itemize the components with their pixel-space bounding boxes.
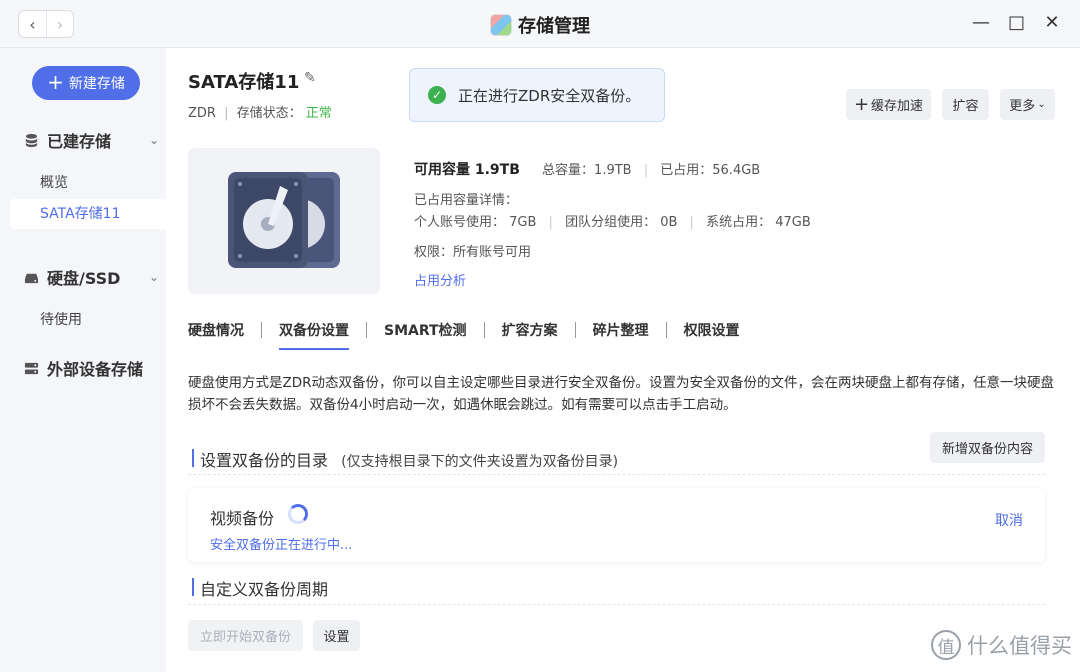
cancel-backup-link[interactable]: 取消 — [995, 510, 1023, 530]
backup-item-name: 视频备份 — [210, 509, 275, 528]
plus-icon: + — [853, 94, 870, 115]
tab-dual-backup[interactable]: 双备份设置 — [279, 320, 349, 350]
watermark-text: 什么值得买 — [967, 634, 1072, 658]
window-controls: — □ ✕ — [972, 12, 1060, 33]
backup-description: 硬盘使用方式是ZDR动态双备份，你可以自主设定哪些目录进行安全双备份。设置为安全… — [188, 375, 1055, 413]
system-usage: 系统占用： 47GB — [706, 215, 811, 230]
sidebar-item-sata-storage[interactable]: SATA存储11 — [10, 199, 166, 229]
section-label: 已建存储 — [47, 132, 112, 151]
cache-label: 缓存加速 — [871, 99, 924, 114]
close-button[interactable]: ✕ — [1044, 12, 1060, 33]
section-label: 外部设备存储 — [47, 360, 144, 379]
tab-smart[interactable]: SMART检测 — [384, 320, 467, 350]
backup-item-status: 安全双备份正在进行中... — [210, 538, 353, 553]
divider — [188, 604, 1045, 605]
hard-drive-icon — [24, 273, 39, 283]
permission-text: 权限：所有账号可用 — [414, 245, 532, 260]
sidebar-item-overview[interactable]: 概览 — [40, 172, 68, 192]
storage-app-icon — [490, 14, 512, 36]
backup-toast: ✓ 正在进行ZDR安全双备份。 — [409, 68, 665, 122]
toast-message: 正在进行ZDR安全双备份。 — [458, 86, 641, 105]
available-capacity: 可用容量 1.9TB — [414, 162, 520, 178]
section-label: 硬盘/SSD — [47, 269, 121, 288]
tab-expansion[interactable]: 扩容方案 — [502, 320, 558, 350]
plus-icon: + — [47, 70, 64, 94]
usage-analysis-link[interactable]: 占用分析 — [414, 270, 466, 289]
chevron-down-icon: ⌄ — [1037, 99, 1046, 110]
disk-illustration — [188, 148, 380, 294]
app-title: 存储管理 — [0, 12, 1080, 38]
personal-usage: 个人账号使用： 7GB — [414, 215, 537, 230]
start-backup-button[interactable]: 立即开始双备份 — [188, 620, 303, 651]
schedule-settings-button[interactable]: 设置 — [313, 620, 360, 651]
app-title-text: 存储管理 — [518, 16, 590, 37]
title-bar: ‹ › 存储管理 — □ ✕ — [0, 0, 1080, 48]
team-usage: 团队分组使用： 0B — [565, 215, 678, 230]
divider — [188, 474, 1045, 475]
tab-defrag[interactable]: 碎片整理 — [593, 320, 649, 350]
sidebar-section-disk-ssd[interactable]: 硬盘/SSD ⌄ — [24, 265, 159, 289]
tab-divider — [366, 322, 367, 338]
tab-divider — [483, 322, 485, 338]
pool-type: ZDR — [188, 106, 216, 121]
main-panel: SATA存储11 ✎ ZDR | 存储状态： 正常 ✓ 正在进行ZDR安全双备份… — [166, 48, 1080, 672]
sidebar-section-external[interactable]: 外部设备存储 — [24, 356, 159, 380]
more-label: 更多 — [1009, 99, 1036, 114]
more-button[interactable]: 更多 ⌄ — [1000, 89, 1055, 120]
tab-divider — [665, 322, 667, 338]
list-item: 视频备份 安全双备份正在进行中... 取消 — [188, 488, 1045, 562]
capacity-summary: 可用容量 1.9TB 总容量：1.9TB | 已占用：56.4GB — [414, 162, 761, 178]
tab-permissions[interactable]: 权限设置 — [684, 320, 740, 350]
check-circle-icon: ✓ — [428, 86, 446, 104]
chevron-down-icon: ⌄ — [148, 270, 159, 284]
pool-title: SATA存储11 — [188, 72, 300, 93]
edit-icon[interactable]: ✎ — [304, 70, 316, 86]
status-label: 存储状态： — [236, 106, 302, 121]
total-capacity: 总容量：1.9TB — [542, 163, 632, 178]
dual-disk-icon — [228, 172, 340, 268]
tab-divider — [574, 322, 576, 338]
schedule-heading: 自定义双备份周期 — [191, 576, 329, 600]
sidebar-item-pending[interactable]: 待使用 — [40, 309, 82, 329]
usage-detail: 个人账号使用： 7GB | 团队分组使用： 0B | 系统占用： 47GB — [414, 215, 811, 230]
new-storage-button[interactable]: + 新建存储 — [32, 66, 140, 100]
watermark-logo: 值 — [931, 630, 961, 660]
new-storage-label: 新建存储 — [68, 76, 125, 92]
usage-detail-title: 已占用容量详情： — [414, 193, 519, 208]
loading-spinner-icon — [288, 504, 308, 524]
tab-disk-status[interactable]: 硬盘情况 — [188, 320, 244, 350]
backup-dirs-heading: 设置双备份的目录 (仅支持根目录下的文件夹设置为双备份目录) — [191, 447, 619, 471]
heading-note: (仅支持根目录下的文件夹设置为双备份目录) — [341, 454, 619, 470]
cache-acceleration-button[interactable]: + 缓存加速 — [846, 89, 931, 120]
sidebar: + 新建存储 已建存储 ⌄ 概览 SATA存储11 硬盘/SSD ⌄ 待使用 外… — [0, 48, 166, 672]
minimize-button[interactable]: — — [972, 12, 990, 33]
sidebar-section-built-storage[interactable]: 已建存储 ⌄ — [24, 128, 159, 152]
chevron-down-icon: ⌄ — [148, 133, 159, 147]
database-icon — [25, 133, 38, 147]
watermark: 值 什么值得买 — [931, 630, 1072, 660]
server-icon — [24, 362, 39, 374]
tab-divider — [261, 322, 262, 338]
used-capacity: 已占用：56.4GB — [660, 163, 761, 178]
expand-button[interactable]: 扩容 — [942, 89, 989, 120]
heading-text: 自定义双备份周期 — [200, 580, 329, 599]
maximize-button[interactable]: □ — [1008, 12, 1025, 33]
pool-meta: ZDR | 存储状态： 正常 — [188, 106, 332, 121]
status-badge: 正常 — [305, 106, 332, 121]
tab-bar: 硬盘情况 双备份设置 SMART检测 扩容方案 碎片整理 权限设置 — [188, 320, 740, 350]
add-backup-content-button[interactable]: 新增双备份内容 — [930, 432, 1045, 463]
heading-text: 设置双备份的目录 — [200, 451, 329, 470]
